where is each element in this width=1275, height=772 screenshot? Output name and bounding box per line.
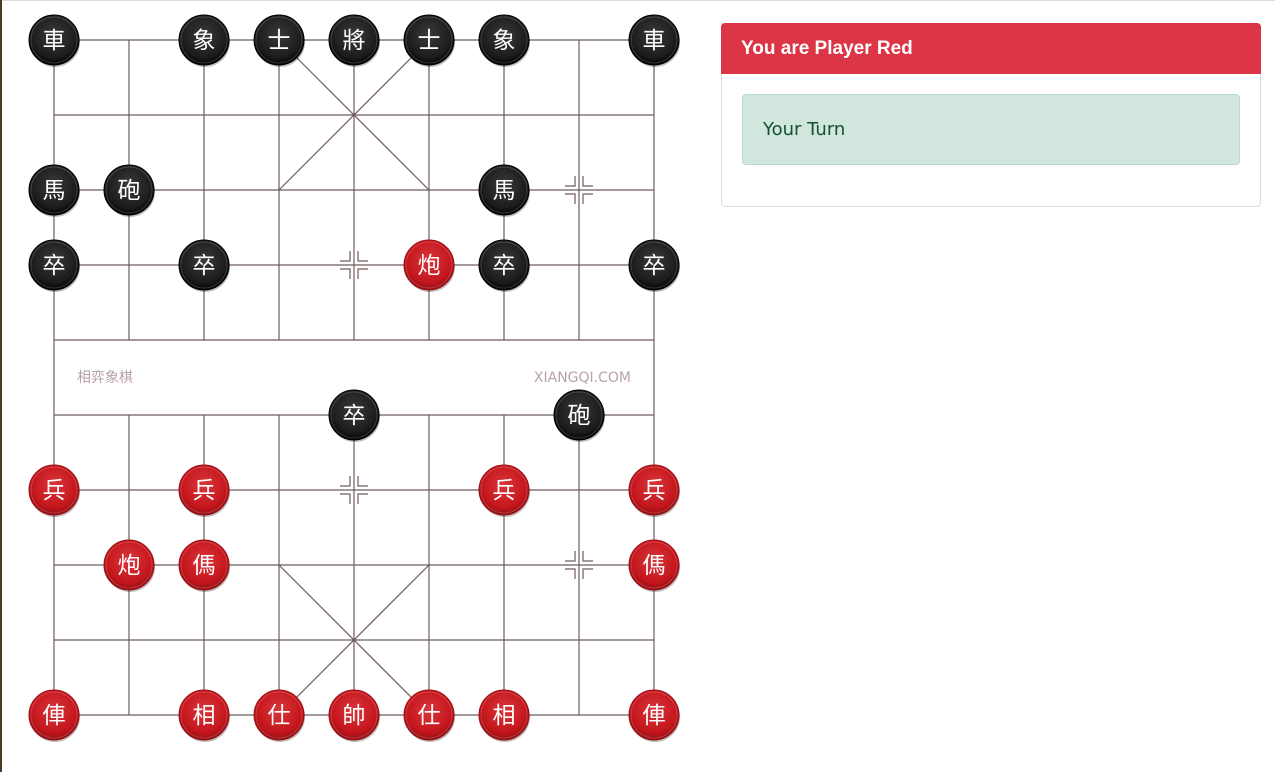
black-piece[interactable]: 馬 bbox=[28, 164, 80, 217]
piece-label: 炮 bbox=[418, 253, 441, 279]
red-piece[interactable]: 相 bbox=[478, 689, 530, 742]
piece-label: 象 bbox=[193, 28, 216, 54]
black-piece[interactable]: 士 bbox=[253, 14, 305, 67]
black-piece[interactable]: 象 bbox=[478, 14, 530, 67]
piece-label: 士 bbox=[418, 28, 441, 54]
black-piece[interactable]: 卒 bbox=[28, 239, 80, 292]
piece-label: 相 bbox=[493, 703, 516, 729]
turn-status: Your Turn bbox=[742, 94, 1240, 165]
piece-label: 俥 bbox=[43, 703, 66, 729]
piece-label: 兵 bbox=[643, 478, 666, 504]
red-piece[interactable]: 炮 bbox=[403, 239, 455, 292]
red-piece[interactable]: 俥 bbox=[28, 689, 80, 742]
red-piece[interactable]: 俥 bbox=[628, 689, 680, 742]
red-piece[interactable]: 相 bbox=[178, 689, 230, 742]
black-piece[interactable]: 卒 bbox=[178, 239, 230, 292]
black-piece[interactable]: 馬 bbox=[478, 164, 530, 217]
red-piece[interactable]: 兵 bbox=[478, 464, 530, 517]
black-piece[interactable]: 砲 bbox=[553, 389, 605, 442]
red-piece[interactable]: 傌 bbox=[178, 539, 230, 592]
piece-label: 兵 bbox=[43, 478, 66, 504]
piece-label: 將 bbox=[343, 28, 366, 54]
river-label-site: XIANGQI.COM bbox=[534, 370, 631, 386]
black-piece[interactable]: 將 bbox=[328, 14, 380, 67]
piece-label: 俥 bbox=[643, 703, 666, 729]
black-piece[interactable]: 車 bbox=[28, 14, 80, 67]
piece-label: 仕 bbox=[268, 703, 291, 729]
piece-label: 卒 bbox=[493, 253, 516, 279]
board-canvas[interactable]: 相弈象棋 XIANGQI.COM 車象士將士象車馬砲馬卒卒炮卒卒卒 砲兵兵兵兵炮傌… bbox=[0, 0, 710, 772]
piece-label: 馬 bbox=[493, 178, 516, 204]
black-piece[interactable]: 卒 bbox=[478, 239, 530, 292]
piece-label: 砲 bbox=[568, 403, 591, 429]
red-piece[interactable]: 炮 bbox=[103, 539, 155, 592]
piece-label: 傌 bbox=[193, 553, 216, 579]
river-label-chinese: 相弈象棋 bbox=[77, 370, 133, 386]
black-piece[interactable]: 士 bbox=[403, 14, 455, 67]
red-piece[interactable]: 兵 bbox=[628, 464, 680, 517]
piece-label: 士 bbox=[268, 28, 291, 54]
piece-label: 卒 bbox=[43, 253, 66, 279]
red-piece[interactable]: 仕 bbox=[403, 689, 455, 742]
red-piece[interactable]: 仕 bbox=[253, 689, 305, 742]
piece-label: 兵 bbox=[493, 478, 516, 504]
piece-label: 帥 bbox=[343, 703, 366, 729]
black-piece[interactable]: 卒 bbox=[328, 389, 380, 442]
piece-label: 傌 bbox=[643, 553, 666, 579]
piece-label: 卒 bbox=[643, 253, 666, 279]
piece-label: 兵 bbox=[193, 478, 216, 504]
black-piece[interactable]: 卒 bbox=[628, 239, 680, 292]
piece-label: 仕 bbox=[418, 703, 441, 729]
black-piece[interactable]: 砲 bbox=[103, 164, 155, 217]
player-panel: You are Player Red Your Turn bbox=[721, 23, 1261, 207]
piece-label: 炮 bbox=[118, 553, 141, 579]
piece-label: 車 bbox=[43, 28, 66, 54]
xiangqi-board[interactable]: 相弈象棋 XIANGQI.COM 車象士將士象車馬砲馬卒卒炮卒卒卒砲兵兵兵兵炮傌… bbox=[0, 0, 710, 772]
red-piece[interactable]: 兵 bbox=[28, 464, 80, 517]
player-header: You are Player Red bbox=[721, 23, 1261, 74]
piece-label: 相 bbox=[193, 703, 216, 729]
black-piece[interactable]: 象 bbox=[178, 14, 230, 67]
piece-label: 砲 bbox=[118, 178, 141, 204]
piece-label: 馬 bbox=[43, 178, 66, 204]
piece-label: 車 bbox=[643, 28, 666, 54]
piece-label: 象 bbox=[493, 28, 516, 54]
piece-label: 卒 bbox=[193, 253, 216, 279]
piece-label: 卒 bbox=[343, 403, 366, 429]
red-piece[interactable]: 兵 bbox=[178, 464, 230, 517]
black-piece[interactable]: 車 bbox=[628, 14, 680, 67]
red-piece[interactable]: 帥 bbox=[328, 689, 380, 742]
red-piece[interactable]: 傌 bbox=[628, 539, 680, 592]
